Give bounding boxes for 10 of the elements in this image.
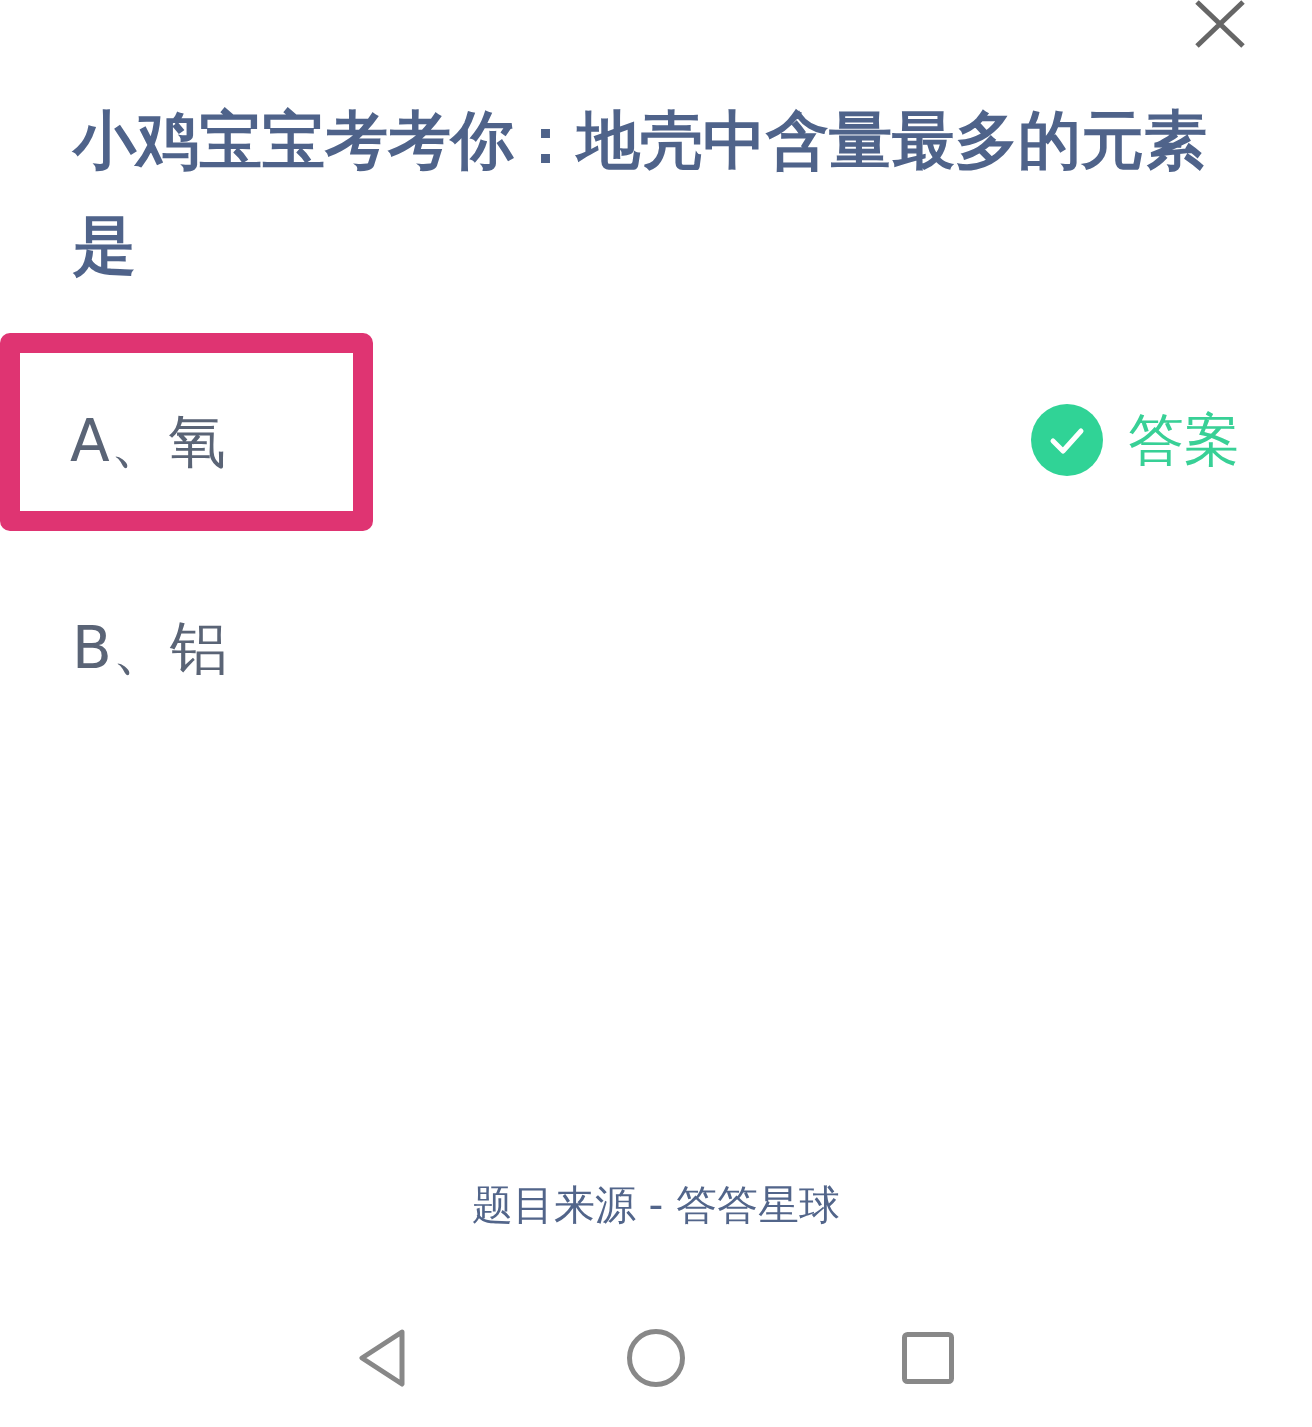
source-text: 题目来源 - 答答星球: [471, 1181, 841, 1229]
answer-label: 答案: [1128, 406, 1240, 474]
close-icon[interactable]: [1194, 0, 1246, 48]
check-icon: [1031, 404, 1103, 476]
question-title: 小鸡宝宝考考你：地壳中含量最多的元素是: [73, 103, 1208, 284]
option-text[interactable]: B、铝: [72, 613, 228, 683]
option-text[interactable]: A、氧: [70, 406, 226, 476]
back-icon[interactable]: [356, 1328, 408, 1388]
recents-icon[interactable]: [902, 1332, 954, 1384]
home-icon[interactable]: [626, 1328, 686, 1388]
